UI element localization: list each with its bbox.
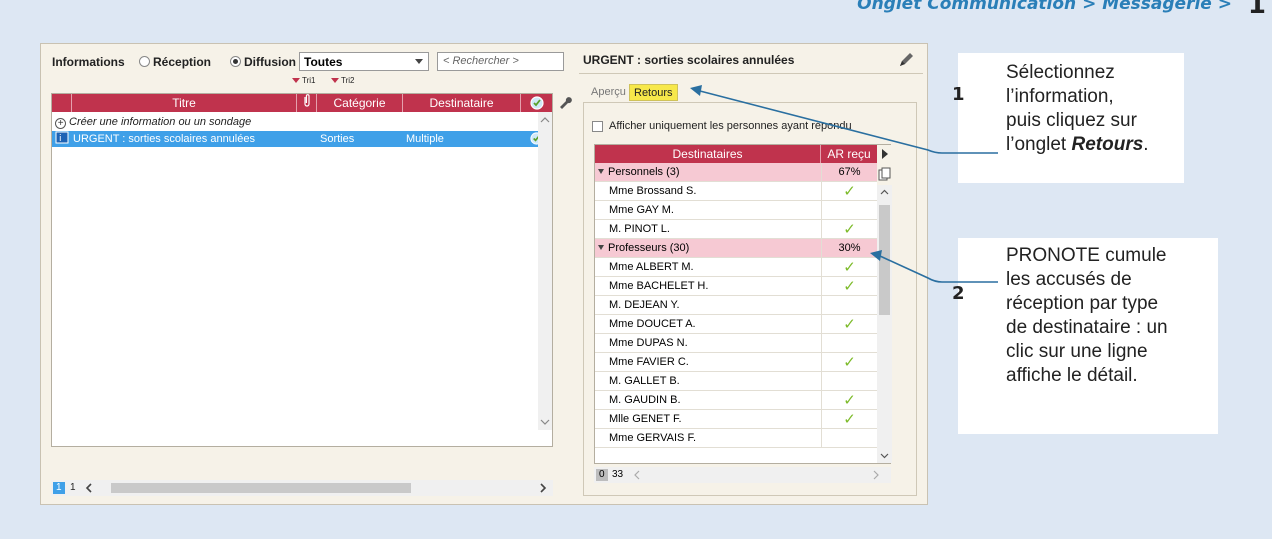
leader-arrow-1 <box>690 85 702 96</box>
callout-leaders <box>690 85 998 283</box>
leader-line-1 <box>699 90 998 154</box>
leader-arrow-2 <box>870 250 882 261</box>
leader-line-2 <box>879 255 998 283</box>
